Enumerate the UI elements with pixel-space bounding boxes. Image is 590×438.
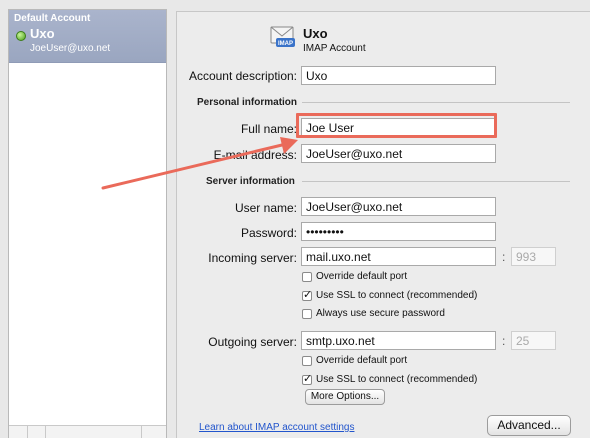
advanced-button[interactable]: Advanced...: [487, 415, 571, 436]
email-address-label: E-mail address:: [213, 148, 297, 162]
account-type: IMAP Account: [303, 43, 366, 54]
password-field[interactable]: •••••••••: [301, 222, 496, 241]
incoming-override-port-checkbox[interactable]: [302, 272, 312, 282]
section-divider: [302, 102, 570, 103]
account-description-label: Account description:: [188, 69, 297, 83]
learn-imap-settings-link[interactable]: Learn about IMAP account settings: [199, 422, 354, 433]
footer-divider: [141, 426, 142, 438]
account-group-label: Default Account: [14, 13, 91, 24]
imap-envelope-icon: IMAP: [270, 26, 295, 47]
more-options-button[interactable]: More Options...: [305, 389, 385, 405]
incoming-port-field[interactable]: 993: [511, 247, 556, 266]
outgoing-server-field[interactable]: smtp.uxo.net: [301, 331, 496, 350]
user-name-label: User name:: [234, 201, 297, 215]
incoming-server-field[interactable]: mail.uxo.net: [301, 247, 496, 266]
account-list-item-uxo[interactable]: Default Account Uxo JoeUser@uxo.net: [9, 10, 166, 63]
account-list-name: Uxo: [30, 26, 55, 41]
secure-password-label: Always use secure password: [316, 308, 445, 319]
user-name-field[interactable]: JoeUser@uxo.net: [301, 197, 496, 216]
footer-divider: [45, 426, 46, 438]
port-separator: :: [502, 334, 506, 348]
full-name-highlight-box: [296, 113, 497, 138]
email-address-field[interactable]: JoeUser@uxo.net: [301, 144, 496, 163]
section-divider: [302, 181, 570, 182]
outgoing-override-port-label: Override default port: [316, 355, 408, 366]
personal-information-heading: Personal information: [197, 97, 298, 108]
outgoing-ssl-label: Use SSL to connect (recommended): [316, 374, 478, 385]
footer-divider: [27, 426, 28, 438]
password-label: Password:: [240, 226, 297, 240]
outgoing-server-label: Outgoing server:: [208, 335, 297, 349]
secure-password-checkbox[interactable]: [302, 309, 312, 319]
imap-icon-text: IMAP: [278, 41, 293, 47]
full-name-label: Full name:: [240, 122, 297, 136]
incoming-ssl-label: Use SSL to connect (recommended): [316, 290, 478, 301]
outgoing-override-port-checkbox[interactable]: [302, 356, 312, 366]
outgoing-port-field[interactable]: 25: [511, 331, 556, 350]
incoming-server-label: Incoming server:: [208, 251, 297, 265]
port-separator: :: [502, 250, 506, 264]
account-status-icon: [16, 31, 26, 41]
incoming-override-port-label: Override default port: [316, 271, 408, 282]
account-list-email: JoeUser@uxo.net: [30, 43, 111, 54]
account-description-field[interactable]: Uxo: [301, 66, 496, 85]
account-list-footer: [9, 425, 166, 438]
incoming-ssl-checkbox[interactable]: [302, 288, 312, 301]
server-information-heading: Server information: [206, 176, 295, 187]
account-title: Uxo: [303, 26, 328, 41]
outgoing-ssl-checkbox[interactable]: [302, 372, 312, 385]
